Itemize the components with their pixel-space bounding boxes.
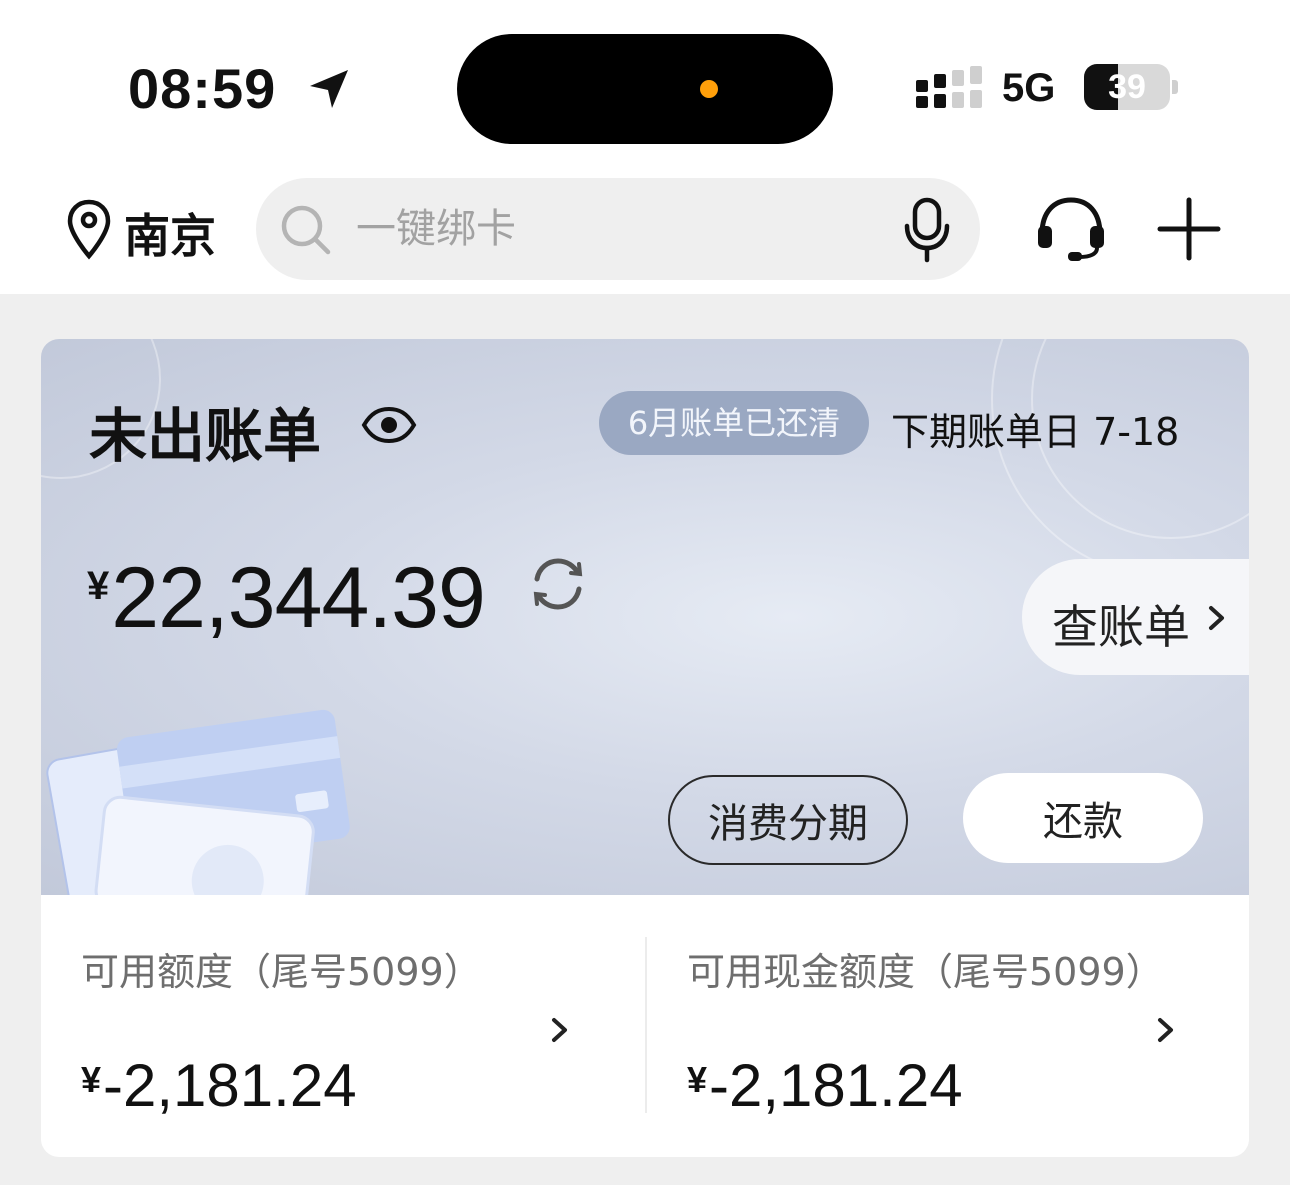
currency-symbol: ¥	[81, 1059, 102, 1100]
network-type: 5G	[1002, 66, 1056, 110]
search-bar[interactable]	[256, 178, 980, 280]
battery-cap	[1172, 80, 1178, 94]
microphone-icon[interactable]	[900, 196, 954, 264]
available-cash-limit[interactable]: 可用现金额度（尾号5099） ¥ -2,181.24	[647, 895, 1249, 1157]
credit-cards-illustration	[46, 709, 350, 895]
clock: 08:59	[128, 57, 277, 120]
chevron-right-icon	[552, 1018, 567, 1042]
location-pin-icon[interactable]	[66, 198, 112, 260]
unbilled-amount: ¥ 22,344.39	[87, 549, 486, 648]
search-icon	[281, 205, 331, 255]
cellular-signal-icon	[916, 66, 982, 108]
top-nav: 南京	[0, 160, 1290, 294]
available-cash-limit-label: 可用现金额度（尾号5099）	[687, 950, 1164, 994]
plus-icon[interactable]	[1156, 196, 1222, 262]
privacy-indicator-dot	[700, 80, 718, 98]
available-limit-amount: -2,181.24	[103, 1052, 357, 1119]
available-limit-value: ¥ -2,181.24	[81, 1051, 357, 1120]
paid-status-badge: 6月账单已还清	[599, 391, 869, 455]
view-bill-label: 查账单	[1052, 600, 1190, 654]
currency-symbol: ¥	[87, 564, 110, 608]
chevron-right-icon	[1158, 1018, 1173, 1042]
available-cash-limit-value: ¥ -2,181.24	[687, 1051, 963, 1120]
repay-button[interactable]: 还款	[963, 773, 1203, 863]
city-selector[interactable]: 南京	[124, 200, 216, 266]
installment-button[interactable]: 消费分期	[668, 775, 908, 865]
amount-value: 22,344.39	[111, 550, 486, 646]
dynamic-island	[457, 34, 833, 144]
available-limit[interactable]: 可用额度（尾号5099） ¥ -2,181.24	[41, 895, 601, 1157]
refresh-icon[interactable]	[529, 555, 587, 613]
next-bill-date: 下期账单日 7-18	[891, 410, 1180, 454]
chevron-right-icon	[1209, 606, 1224, 630]
view-bill-button[interactable]: 查账单	[1022, 559, 1249, 675]
unbilled-title: 未出账单	[89, 402, 322, 470]
available-cash-limit-amount: -2,181.24	[709, 1052, 963, 1119]
available-limit-label: 可用额度（尾号5099）	[81, 950, 482, 994]
status-bar: 08:59 5G 39	[0, 0, 1290, 160]
bill-card: 未出账单 6月账单已还清 下期账单日 7-18 ¥ 22,344.39 查账单	[41, 339, 1249, 895]
credit-limits-panel: 可用额度（尾号5099） ¥ -2,181.24 可用现金额度（尾号5099） …	[41, 895, 1249, 1157]
currency-symbol: ¥	[687, 1059, 708, 1100]
headset-icon[interactable]	[1034, 194, 1108, 262]
battery-percent: 39	[1108, 68, 1146, 106]
eye-icon[interactable]	[361, 405, 417, 445]
location-arrow-icon	[310, 70, 348, 108]
search-input[interactable]	[356, 196, 876, 262]
battery-icon: 39	[1084, 64, 1170, 110]
